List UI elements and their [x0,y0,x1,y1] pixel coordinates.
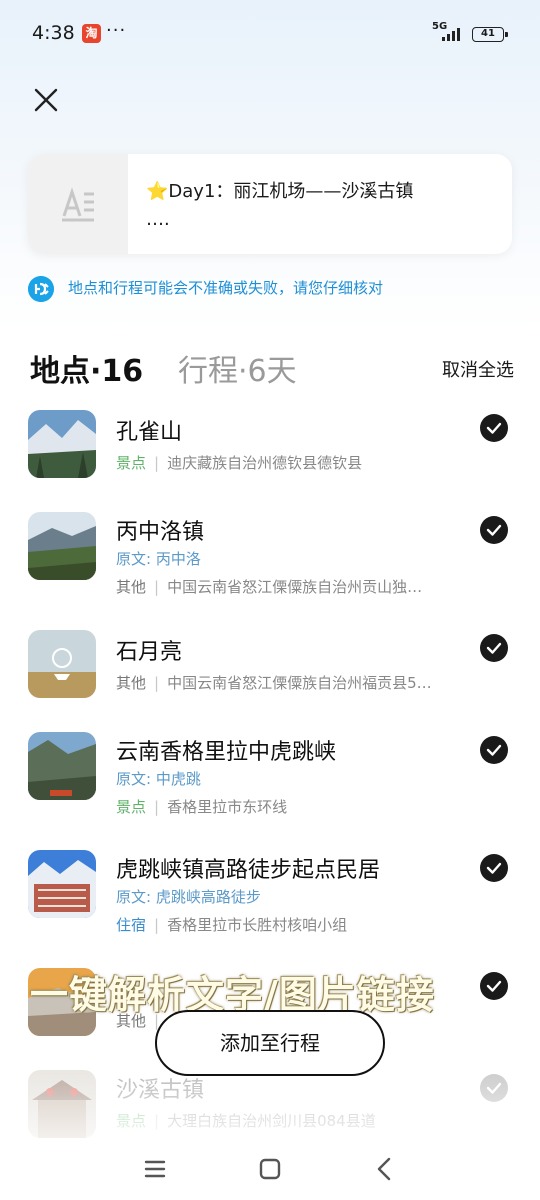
note-title: ⭐Day1：丽江机场——沙溪古镇 …. [146,178,486,234]
place-name: 云南香格里拉中虎跳峡 [116,740,337,765]
place-item[interactable]: 丙中洛镇 原文: 丙中洛 其他 | 中国云南省怒江傈僳族自治州贡山独… [28,512,512,602]
divider: | [154,916,160,934]
home-square-icon[interactable] [255,1154,285,1184]
place-name: 丙中洛镇 [116,520,205,545]
system-nav-bar [0,1140,540,1200]
divider: | [154,798,160,816]
checked-icon[interactable] [480,854,508,882]
divider: | [154,578,160,596]
status-bar: 4:38 淘 ··· 5G 41 [0,0,540,70]
battery-icon: 41 [472,27,508,42]
place-address: 香格里拉市长胜村核咱小组 [167,916,348,934]
note-title-line2: …. [146,209,170,230]
warning-text: 地点和行程可能会不准确或失败，请您仔细核对 [68,279,384,297]
add-to-trip-button[interactable]: 添加至行程 [155,1010,385,1076]
place-original-text: 原文: 中虎跳 [116,770,201,788]
place-thumbnail [28,1070,96,1138]
deselect-all-button[interactable]: 取消全选 [442,356,514,382]
tabs-row: 地点·16 行程·6天 取消全选 [30,346,514,390]
tab-trip[interactable]: 行程·6天 [178,346,297,390]
checked-icon[interactable] [480,736,508,764]
place-address: 迪庆藏族自治州德钦县德钦县 [167,454,363,472]
menu-icon[interactable] [140,1154,170,1184]
place-name: 虎跳峡镇高路徒步起点民居 [116,858,381,883]
note-title-line1: ⭐Day1：丽江机场——沙溪古镇 [146,181,414,202]
place-thumbnail [28,512,96,580]
place-original-text: 原文: 虎跳峡高路徒步 [116,888,261,906]
place-thumbnail [28,410,96,478]
place-category: 景点 [116,798,147,816]
close-icon[interactable] [30,84,62,116]
checked-icon[interactable] [480,1074,508,1102]
place-name: 石月亮 [116,640,183,665]
place-thumbnail [28,850,96,918]
place-meta: 景点 | 迪庆藏族自治州德钦县德钦县 [116,452,476,473]
checked-icon[interactable] [480,414,508,442]
place-address: 中国云南省怒江傈僳族自治州福贡县5… [167,674,432,692]
divider: | [154,454,160,472]
signal-icon [442,28,460,41]
checked-icon[interactable] [480,634,508,662]
note-thumbnail [28,154,128,254]
place-original-text: 原文: 丙中洛 [116,550,201,568]
place-name: 孔雀山 [116,420,183,445]
place-category: 住宿 [116,916,147,934]
place-meta: 景点 | 大理白族自治州剑川县084县道 [116,1110,476,1131]
taobao-app-icon: 淘 [82,24,101,43]
document-text-icon [62,187,94,222]
place-item[interactable]: 虎跳峡镇高路徒步起点民居 原文: 虎跳峡高路徒步 住宿 | 香格里拉市长胜村核咱小组 [28,850,512,940]
place-item[interactable]: 石月亮 其他 | 中国云南省怒江傈僳族自治州福贡县5… [28,630,512,710]
place-meta: 其他 | 中国云南省怒江傈僳族自治州福贡县5… [116,672,476,693]
place-item[interactable]: 云南香格里拉中虎跳峡 原文: 中虎跳 景点 | 香格里拉市东环线 [28,732,512,822]
place-meta: 景点 | 香格里拉市东环线 [116,796,476,817]
divider: | [154,674,160,692]
place-address: 大理白族自治州剑川县084县道 [167,1112,376,1130]
place-category: 景点 [116,1112,147,1130]
place-item[interactable]: 沙溪古镇 景点 | 大理白族自治州剑川县084县道 [28,1070,512,1140]
tab-places[interactable]: 地点·16 [30,346,143,390]
place-category: 其他 [116,578,147,596]
more-notifications-icon: ··· [106,20,127,41]
place-name: 沙溪古镇 [116,1078,205,1103]
back-chevron-icon[interactable] [370,1154,400,1184]
checked-icon[interactable] [480,972,508,1000]
note-preview-card[interactable]: ⭐Day1：丽江机场——沙溪古镇 …. [28,154,512,254]
place-address: 香格里拉市东环线 [167,798,288,816]
place-item[interactable]: 孔雀山 景点 | 迪庆藏族自治州德钦县德钦县 [28,410,512,490]
status-time: 4:38 [32,22,75,44]
place-category: 景点 [116,454,147,472]
ai-assistant-icon [28,276,54,302]
place-meta: 其他 | 中国云南省怒江傈僳族自治州贡山独… [116,576,476,597]
checked-icon[interactable] [480,516,508,544]
place-category: 其他 [116,674,147,692]
place-thumbnail [28,630,96,698]
place-thumbnail [28,732,96,800]
divider: | [154,1112,160,1130]
place-meta: 住宿 | 香格里拉市长胜村核咱小组 [116,914,476,935]
place-address: 中国云南省怒江傈僳族自治州贡山独… [167,578,423,596]
